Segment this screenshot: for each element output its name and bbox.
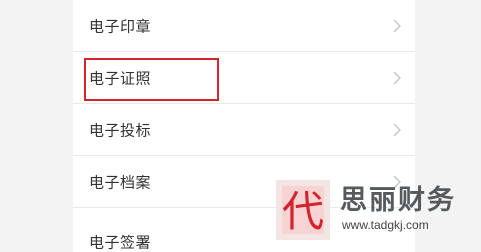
list-item-electronic-bidding[interactable]: 电子投标	[73, 104, 415, 156]
list-item-label: 电子投标	[89, 121, 152, 139]
watermark-brand: 思丽财务 www.tadgkj.com	[338, 178, 478, 242]
watermark-logo: 代	[276, 180, 330, 240]
list-item-label: 电子签署	[89, 233, 152, 252]
logo-char: 代	[282, 187, 324, 236]
list-item-electronic-license[interactable]: 电子证照	[73, 52, 415, 104]
list-item-electronic-seal[interactable]: 电子印章	[73, 0, 415, 52]
chevron-right-icon	[393, 19, 401, 33]
chevron-right-icon	[393, 123, 401, 137]
chevron-right-icon	[393, 71, 401, 85]
list-item-label: 电子档案	[89, 173, 152, 191]
brand-url: www.tadgkj.com	[342, 218, 429, 232]
brand-name: 思丽财务	[340, 185, 456, 216]
list-item-label: 电子印章	[89, 17, 152, 35]
list-item-label: 电子证照	[89, 69, 152, 87]
